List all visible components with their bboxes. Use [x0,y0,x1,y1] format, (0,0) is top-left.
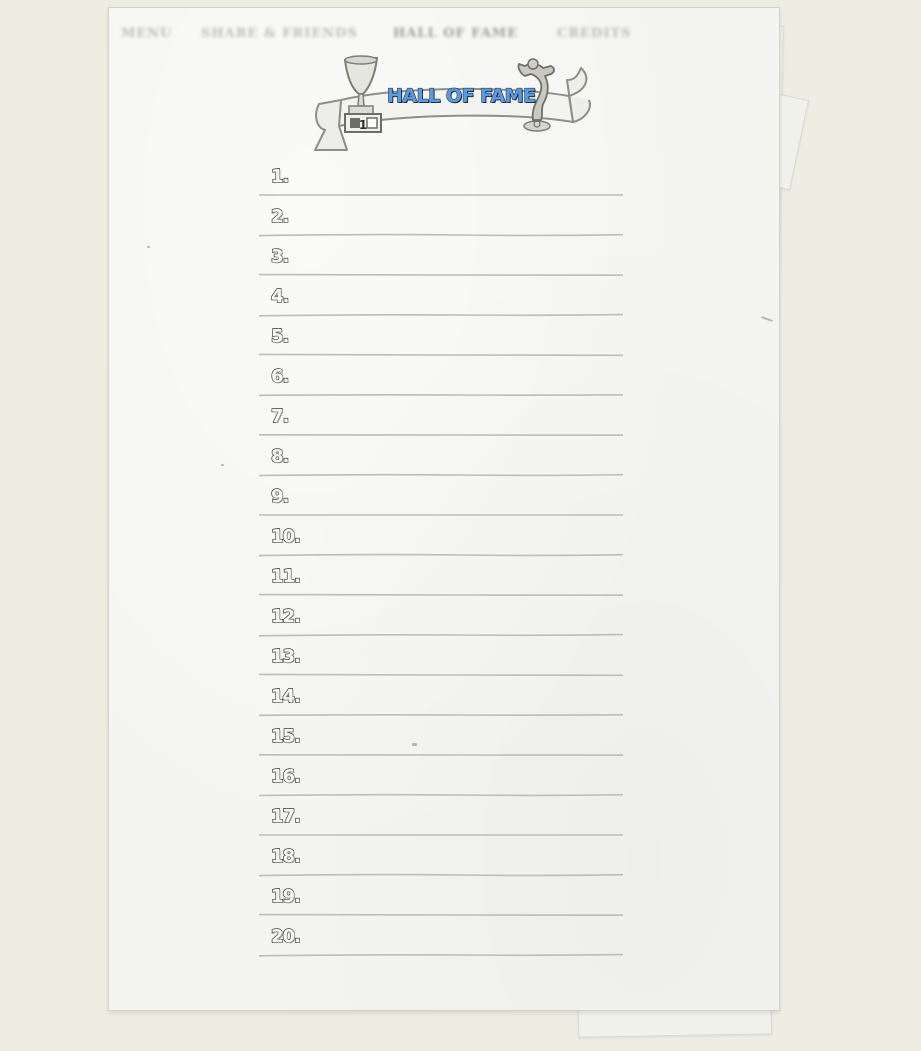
rank-number: 10. [270,525,301,547]
rank-number: 18. [270,845,301,867]
rank-number: 9. [270,485,290,507]
paper-speck [761,316,773,322]
rank-underline [259,393,623,397]
rank-row: 8. [259,440,623,480]
nav-tab-share[interactable]: SHARE & FRIENDS [201,26,358,41]
svg-text:1: 1 [359,118,367,132]
paper-speck [221,464,224,466]
rank-row: 18. [259,840,623,880]
rank-number: 19. [270,885,301,907]
rank-number: 2. [270,205,290,227]
rank-number: 5. [270,325,290,347]
rank-number: 1. [270,165,290,187]
hall-of-fame-banner: 1 HALL OF FAME [311,50,596,154]
top-nav: MENU SHARE & FRIENDS HALL OF FAME CREDIT… [109,26,779,46]
nav-tab-menu[interactable]: MENU [121,26,173,41]
paper-sheet: MENU SHARE & FRIENDS HALL OF FAME CREDIT… [108,7,780,1011]
rank-row: 14. [259,680,623,720]
rank-underline [259,913,623,916]
rank-underline [259,633,623,637]
rank-number: 8. [270,445,290,467]
nav-tab-hall-of-fame[interactable]: HALL OF FAME [393,26,518,41]
hall-of-fame-screen: MENU SHARE & FRIENDS HALL OF FAME CREDIT… [0,0,921,1051]
rank-row: 5. [259,320,623,360]
rank-underline [259,513,623,516]
banner-title: HALL OF FAME [386,84,536,107]
rank-number: 14. [270,685,301,707]
rank-underline [259,593,623,596]
rank-underline [259,953,623,957]
nav-tab-credits[interactable]: CREDITS [557,26,631,41]
rankings-list: 1. 2. 3. 4. 5. 6. 7. 8. 9. 10. 11. 12. 13. 14. 15. 16. 1… [259,160,623,960]
rank-number: 16. [270,765,301,787]
rank-underline [259,833,623,836]
rank-row: 2. [259,200,623,240]
rank-underline [259,193,623,196]
rank-number: 7. [270,405,290,427]
rank-row: 6. [259,360,623,400]
rank-row: 3. [259,240,623,280]
rank-underline [259,673,623,677]
rank-row: 15. [259,720,623,760]
rank-number: 6. [270,365,290,387]
rank-underline [259,353,623,357]
rank-row: 9. [259,480,623,520]
rank-number: 13. [270,645,301,667]
rank-row: 4. [259,280,623,320]
rank-underline [259,753,623,756]
rank-number: 11. [270,565,301,587]
rank-underline [259,873,623,877]
rank-underline [259,793,623,797]
rank-row: 19. [259,880,623,920]
rank-number: 17. [270,805,301,827]
rank-row: 17. [259,800,623,840]
rank-row: 20. [259,920,623,960]
rank-underline [259,313,623,317]
rank-row: 13. [259,640,623,680]
rank-row: 7. [259,400,623,440]
rank-underline [259,273,623,276]
rank-row: 10. [259,520,623,560]
rank-underline [259,473,623,477]
rank-underline [259,433,623,436]
rank-underline [259,713,623,717]
rank-row: 11. [259,560,623,600]
rank-number: 3. [270,245,290,267]
paper-speck [412,743,417,746]
rank-number: 4. [270,285,290,307]
rank-number: 12. [270,605,301,627]
rank-underline [259,233,623,237]
rank-row: 1. [259,160,623,200]
rank-number: 20. [270,925,301,947]
rank-number: 15. [270,725,301,747]
rank-row: 16. [259,760,623,800]
rank-underline [259,553,623,557]
paper-speck [147,246,150,248]
rank-row: 12. [259,600,623,640]
